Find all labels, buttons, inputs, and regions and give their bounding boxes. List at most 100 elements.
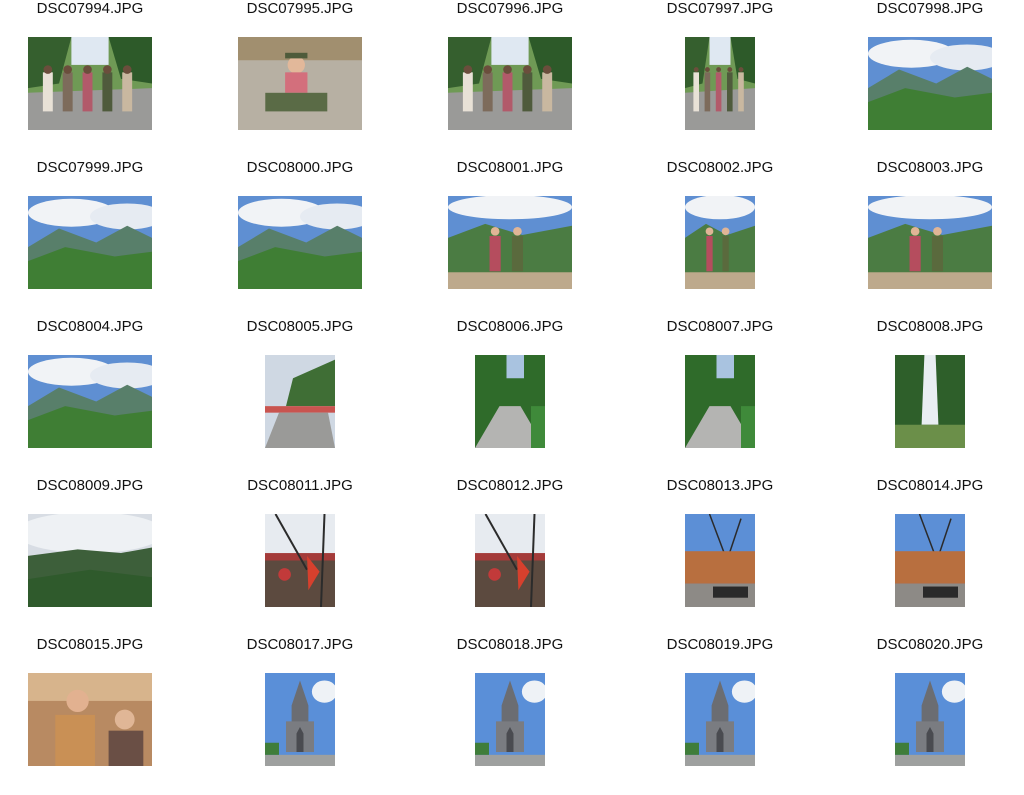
thumbnail-item[interactable]: DSC08020.JPG xyxy=(868,636,1024,795)
mountain-valley-photo xyxy=(868,37,992,130)
hiker-sitting-photo xyxy=(238,37,362,130)
stone-church-group-photo xyxy=(895,673,965,766)
thumbnail-item[interactable]: DSC08005.JPG xyxy=(238,318,448,477)
thumbnail-image[interactable] xyxy=(868,37,992,130)
thumbnail-image[interactable] xyxy=(685,196,755,289)
thumbnail-image[interactable] xyxy=(265,355,335,448)
thumbnail-filename[interactable]: DSC07996.JPG xyxy=(421,0,599,18)
thumbnail-item[interactable]: DSC08019.JPG xyxy=(658,636,868,795)
group-on-road-photo xyxy=(28,37,152,130)
thumbnail-filename[interactable]: DSC08018.JPG xyxy=(421,636,599,654)
thumbnail-item[interactable]: DSC08002.JPG xyxy=(658,159,868,318)
thumbnail-gallery: DSC07994.JPG DSC07995.JPG DSC07996.JPG DSC0… xyxy=(0,0,1024,768)
street-buildings-photo xyxy=(895,514,965,607)
thumbnail-image[interactable] xyxy=(685,514,755,607)
thumbnail-item[interactable]: DSC07999.JPG xyxy=(28,159,238,318)
thumbnail-item[interactable]: DSC07994.JPG xyxy=(28,0,238,159)
thumbnail-item[interactable]: DSC08009.JPG xyxy=(28,477,238,636)
group-on-road-photo xyxy=(685,37,755,130)
thumbnail-image[interactable] xyxy=(448,196,572,289)
flag-and-tree-photo xyxy=(475,514,545,607)
mountain-range-photo xyxy=(28,355,152,448)
thumbnail-image[interactable] xyxy=(28,673,152,766)
thumbnail-filename[interactable]: DSC08001.JPG xyxy=(421,159,599,177)
thumbnail-filename[interactable]: DSC08020.JPG xyxy=(841,636,1019,654)
thumbnail-image[interactable] xyxy=(685,673,755,766)
thumbnail-image[interactable] xyxy=(28,37,152,130)
thumbnail-item[interactable]: DSC08006.JPG xyxy=(448,318,658,477)
thumbnail-image[interactable] xyxy=(238,196,362,289)
thumbnail-filename[interactable]: DSC08017.JPG xyxy=(211,636,389,654)
thumbnail-image[interactable] xyxy=(685,355,755,448)
two-people-standing-photo xyxy=(868,196,992,289)
thumbnail-image[interactable] xyxy=(28,355,152,448)
thumbnail-filename[interactable]: DSC07997.JPG xyxy=(631,0,809,18)
stone-church-group-photo xyxy=(475,673,545,766)
stone-church-photo xyxy=(265,673,335,766)
thumbnail-item[interactable]: DSC08017.JPG xyxy=(238,636,448,795)
thumbnail-filename[interactable]: DSC07994.JPG xyxy=(1,0,179,18)
thumbnail-filename[interactable]: DSC08005.JPG xyxy=(211,318,389,336)
two-people-indoor-photo xyxy=(28,673,152,766)
two-people-mountain-photo xyxy=(448,196,572,289)
thumbnail-filename[interactable]: DSC08003.JPG xyxy=(841,159,1019,177)
forest-road-photo xyxy=(475,355,545,448)
thumbnail-item[interactable]: DSC08003.JPG xyxy=(868,159,1024,318)
green-hills-photo xyxy=(238,196,362,289)
two-people-standing-photo xyxy=(685,196,755,289)
thumbnail-item[interactable]: DSC08012.JPG xyxy=(448,477,658,636)
thumbnail-image[interactable] xyxy=(475,514,545,607)
flag-and-tree-photo xyxy=(265,514,335,607)
thumbnail-item[interactable]: DSC07998.JPG xyxy=(868,0,1024,159)
thumbnail-image[interactable] xyxy=(265,514,335,607)
thumbnail-filename[interactable]: DSC08019.JPG xyxy=(631,636,809,654)
thumbnail-image[interactable] xyxy=(448,37,572,130)
thumbnail-image[interactable] xyxy=(868,196,992,289)
thumbnail-filename[interactable]: DSC08006.JPG xyxy=(421,318,599,336)
thumbnail-image[interactable] xyxy=(895,514,965,607)
thumbnail-filename[interactable]: DSC08008.JPG xyxy=(841,318,1019,336)
thumbnail-item[interactable]: DSC08004.JPG xyxy=(28,318,238,477)
thumbnail-item[interactable]: DSC08000.JPG xyxy=(238,159,448,318)
thumbnail-image[interactable] xyxy=(28,514,152,607)
thumbnail-filename[interactable]: DSC08007.JPG xyxy=(631,318,809,336)
thumbnail-image[interactable] xyxy=(895,355,965,448)
thumbnail-filename[interactable]: DSC08009.JPG xyxy=(1,477,179,495)
thumbnail-image[interactable] xyxy=(238,37,362,130)
thumbnail-item[interactable]: DSC08001.JPG xyxy=(448,159,658,318)
thumbnail-item[interactable]: DSC08014.JPG xyxy=(868,477,1024,636)
thumbnail-item[interactable]: DSC08018.JPG xyxy=(448,636,658,795)
thumbnail-item[interactable]: DSC08008.JPG xyxy=(868,318,1024,477)
thumbnail-image[interactable] xyxy=(475,673,545,766)
people-on-road-photo xyxy=(685,355,755,448)
thumbnail-image[interactable] xyxy=(895,673,965,766)
thumbnail-item[interactable]: DSC08007.JPG xyxy=(658,318,868,477)
thumbnail-filename[interactable]: DSC07998.JPG xyxy=(841,0,1019,18)
thumbnail-filename[interactable]: DSC08000.JPG xyxy=(211,159,389,177)
thumbnail-filename[interactable]: DSC08004.JPG xyxy=(1,318,179,336)
thumbnail-item[interactable]: DSC07996.JPG xyxy=(448,0,658,159)
thumbnail-item[interactable]: DSC07995.JPG xyxy=(238,0,448,159)
thumbnail-image[interactable] xyxy=(685,37,755,130)
thumbnail-image[interactable] xyxy=(475,355,545,448)
thumbnail-filename[interactable]: DSC08015.JPG xyxy=(1,636,179,654)
thumbnail-filename[interactable]: DSC08002.JPG xyxy=(631,159,809,177)
thumbnail-item[interactable]: DSC08015.JPG xyxy=(28,636,238,795)
thumbnail-item[interactable]: DSC08013.JPG xyxy=(658,477,868,636)
thumbnail-item[interactable]: DSC08011.JPG xyxy=(238,477,448,636)
street-buildings-photo xyxy=(685,514,755,607)
thumbnail-image[interactable] xyxy=(28,196,152,289)
thumbnail-filename[interactable]: DSC08012.JPG xyxy=(421,477,599,495)
thumbnail-filename[interactable]: DSC08014.JPG xyxy=(841,477,1019,495)
thumbnail-image[interactable] xyxy=(265,673,335,766)
stone-church-group-photo xyxy=(685,673,755,766)
clouds-mountains-photo xyxy=(28,196,152,289)
thumbnail-filename[interactable]: DSC08011.JPG xyxy=(211,477,389,495)
thumbnail-filename[interactable]: DSC08013.JPG xyxy=(631,477,809,495)
group-sitting-road-photo xyxy=(448,37,572,130)
thumbnail-filename[interactable]: DSC07999.JPG xyxy=(1,159,179,177)
thumbnail-item[interactable]: DSC07997.JPG xyxy=(658,0,868,159)
cloudy-mountains-photo xyxy=(28,514,152,607)
thumbnail-filename[interactable]: DSC07995.JPG xyxy=(211,0,389,18)
waterfall-photo xyxy=(895,355,965,448)
